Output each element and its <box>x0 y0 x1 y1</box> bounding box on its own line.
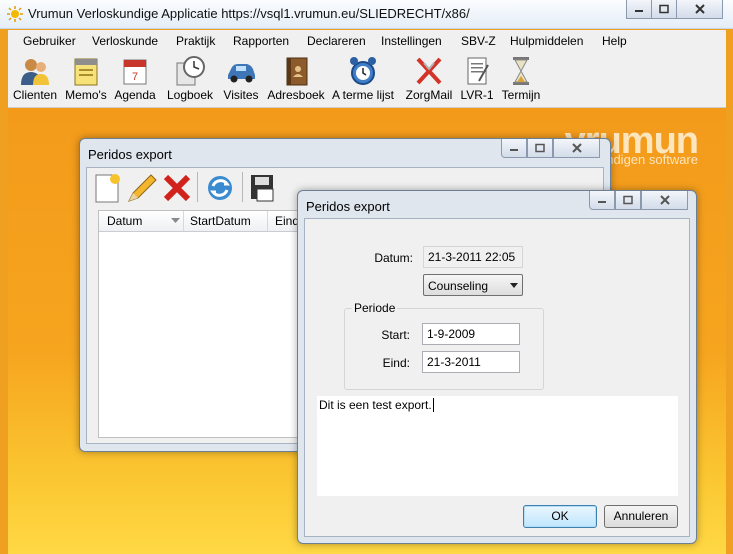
list-maximize-button[interactable] <box>527 139 553 158</box>
toolbar-clienten[interactable]: Clienten <box>10 52 60 107</box>
toolbar-label: Termijn <box>501 88 541 102</box>
chevron-down-icon <box>510 283 518 288</box>
maximize-icon <box>535 143 545 153</box>
maximize-icon <box>659 4 669 14</box>
minimize-icon <box>598 201 606 203</box>
note-text: Dit is een test export. <box>319 398 434 412</box>
menu-declareren[interactable]: Declareren <box>307 34 366 48</box>
alarm-clock-icon <box>350 57 376 85</box>
toolbar-memos[interactable]: Memo's <box>63 52 109 107</box>
dialog-title: Peridos export <box>306 199 390 214</box>
minimize-icon <box>635 10 643 12</box>
logbook-icon <box>176 56 205 86</box>
column-header-eind[interactable]: Eind <box>275 214 299 228</box>
start-label: Start: <box>381 328 410 342</box>
lvr-document-icon <box>467 57 489 85</box>
toolbar-zorgmail[interactable]: ZorgMail <box>401 52 457 107</box>
toolbar-separator <box>242 172 243 202</box>
toolbar-label: Clienten <box>12 88 58 102</box>
toolbar-adresboek[interactable]: Adresboek <box>266 52 326 107</box>
delete-icon[interactable] <box>161 172 193 204</box>
menu-rapporten[interactable]: Rapporten <box>233 34 289 48</box>
toolbar-label: ZorgMail <box>405 88 453 102</box>
note-textarea[interactable]: Dit is een test export. <box>317 396 678 496</box>
dialog-close-button[interactable] <box>641 191 688 210</box>
end-date-input[interactable]: 21-3-2011 <box>422 351 520 373</box>
list-minimize-button[interactable] <box>501 139 527 158</box>
menu-sbvz[interactable]: SBV-Z <box>461 34 496 48</box>
column-divider <box>183 211 184 231</box>
app-title: Vrumun Verloskundige Applicatie https://… <box>28 6 470 21</box>
periode-label: Periode <box>352 301 398 315</box>
zorgmail-icon <box>416 57 442 85</box>
toolbar-separator <box>197 172 198 202</box>
column-header-datum[interactable]: Datum <box>107 214 142 228</box>
toolbar-label: Logboek <box>166 88 214 102</box>
close-icon <box>694 4 705 14</box>
minimize-icon <box>510 149 518 151</box>
main-title-bar: Vrumun Verloskundige Applicatie https://… <box>0 0 733 29</box>
start-date-input[interactable]: 1-9-2009 <box>422 323 520 345</box>
periode-group: Periode Start: 1-9-2009 Eind: 21-3-2011 <box>344 301 544 390</box>
addressbook-icon <box>286 57 308 86</box>
clients-icon <box>21 59 49 85</box>
edit-pencil-icon[interactable] <box>125 171 159 205</box>
main-toolbar: Clienten Memo's 7 Agenda Logboek Visites <box>8 52 726 108</box>
list-close-button[interactable] <box>553 139 600 158</box>
toolbar-agenda[interactable]: 7 Agenda <box>113 52 157 107</box>
hourglass-icon <box>513 57 529 85</box>
toolbar-label: LVR-1 <box>460 88 494 102</box>
datum-field: 21-3-2011 22:05 <box>423 246 523 268</box>
maximize-icon <box>623 195 633 205</box>
datum-label: Datum: <box>374 251 413 265</box>
ok-button[interactable]: OK <box>523 505 597 528</box>
toolbar-label: Memo's <box>65 88 107 102</box>
type-select-value: Counseling <box>428 279 489 293</box>
agenda-icon: 7 <box>123 59 147 85</box>
memo-icon <box>74 58 98 86</box>
menu-instellingen[interactable]: Instellingen <box>381 34 442 48</box>
menu-help[interactable]: Help <box>602 34 627 48</box>
eind-label: Eind: <box>382 356 410 370</box>
toolbar-label: Visites <box>223 88 259 102</box>
type-select[interactable]: Counseling <box>423 274 523 296</box>
column-header-startdatum[interactable]: StartDatum <box>190 214 251 228</box>
toolbar-lvr1[interactable]: LVR-1 <box>459 52 495 107</box>
save-export-icon[interactable] <box>248 172 280 204</box>
minimize-button[interactable] <box>626 0 652 19</box>
dialog-minimize-button[interactable] <box>589 191 615 210</box>
window-title: Peridos export <box>88 147 172 162</box>
column-divider <box>267 211 268 231</box>
toolbar-label: Adresboek <box>267 88 325 102</box>
car-icon <box>228 64 255 83</box>
refresh-icon[interactable] <box>203 171 237 205</box>
menu-verloskunde[interactable]: Verloskunde <box>92 34 158 48</box>
sort-desc-icon <box>171 218 180 223</box>
close-icon <box>659 195 670 205</box>
close-button[interactable] <box>676 0 723 19</box>
toolbar-label: Agenda <box>114 88 156 102</box>
new-document-icon[interactable] <box>92 172 122 204</box>
toolbar-label: A terme lijst <box>331 88 394 102</box>
peridos-export-dialog: Peridos export Datum: 21-3-2011 22:05 Co… <box>297 190 697 544</box>
toolbar-a-terme-lijst[interactable]: A terme lijst <box>330 52 396 107</box>
dialog-client-area: Datum: 21-3-2011 22:05 Counseling Period… <box>304 218 690 537</box>
toolbar-visites[interactable]: Visites <box>220 52 262 107</box>
dialog-maximize-button[interactable] <box>615 191 641 210</box>
menu-gebruiker[interactable]: Gebruiker <box>23 34 76 48</box>
menu-hulpmiddelen[interactable]: Hulpmiddelen <box>510 34 583 48</box>
menu-bar: Gebruiker Verloskunde Praktijk Rapporten… <box>8 30 726 52</box>
close-icon <box>571 143 582 153</box>
app-sun-icon <box>7 6 23 22</box>
toolbar-logboek[interactable]: Logboek <box>164 52 216 107</box>
toolbar-termijn[interactable]: Termijn <box>499 52 543 107</box>
cancel-button[interactable]: Annuleren <box>604 505 678 528</box>
maximize-button[interactable] <box>651 0 677 19</box>
menu-praktijk[interactable]: Praktijk <box>176 34 215 48</box>
svg-text:7: 7 <box>132 71 138 83</box>
